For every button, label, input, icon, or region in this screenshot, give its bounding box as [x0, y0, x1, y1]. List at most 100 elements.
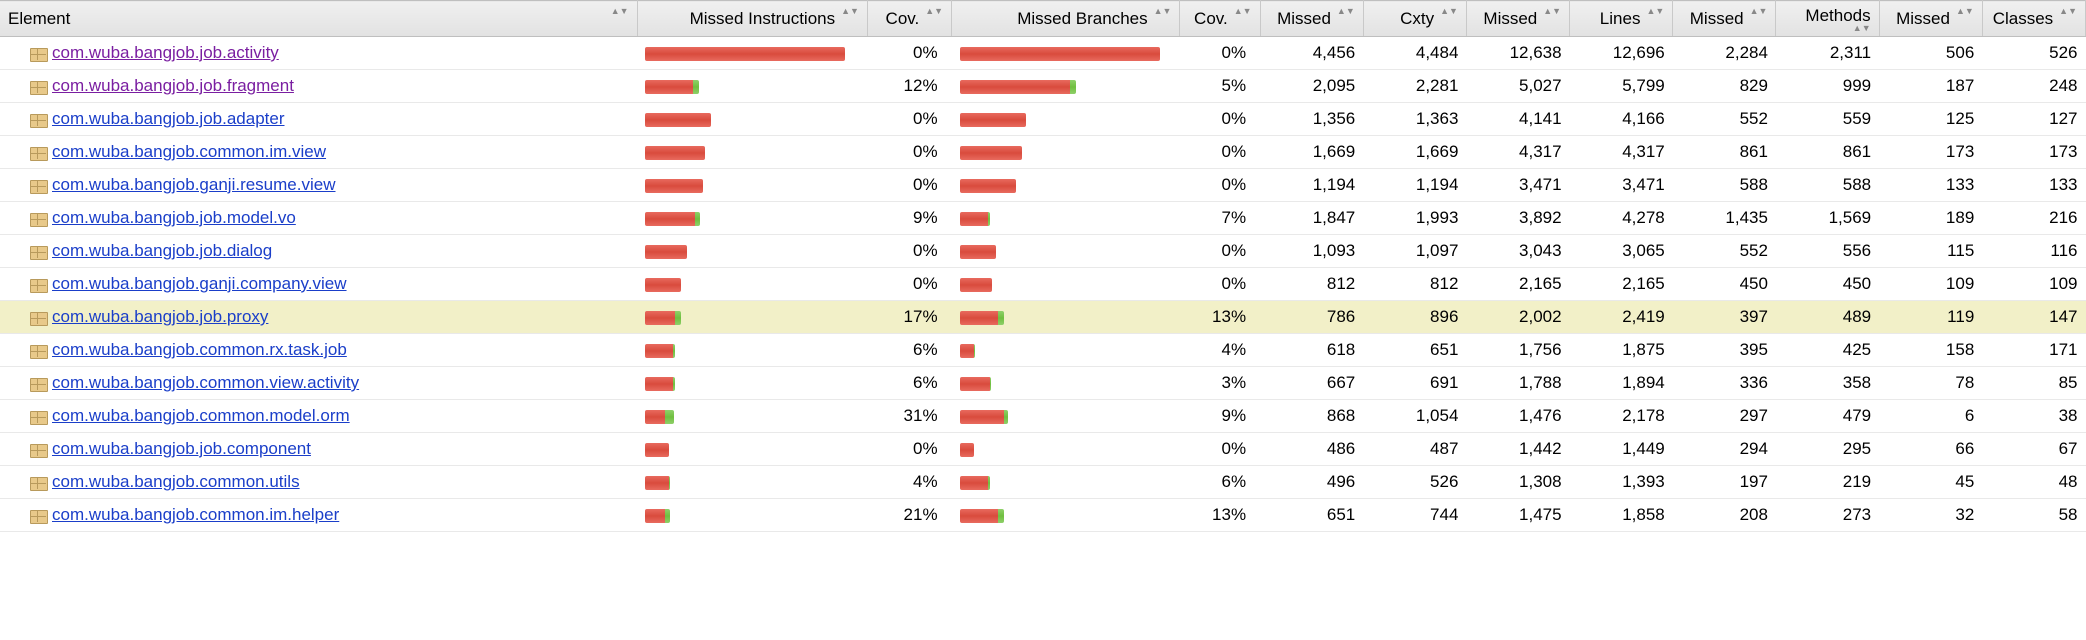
package-link[interactable]: com.wuba.bangjob.ganji.resume.view — [52, 175, 336, 194]
cell-classes: 67 — [1982, 433, 2085, 466]
cell-branch-cov: 6% — [1180, 466, 1260, 499]
coverage-bar-icon — [960, 476, 990, 490]
cell-missed-methods: 336 — [1673, 367, 1776, 400]
cell-cxty: 4,484 — [1363, 37, 1466, 70]
col-missed-classes[interactable]: Missed▲▼ — [1879, 1, 1982, 37]
cell-missed-cxty: 667 — [1260, 367, 1363, 400]
cell-lines: 4,278 — [1570, 202, 1673, 235]
col-classes[interactable]: Classes▲▼ — [1982, 1, 2085, 37]
cell-branch-bar — [952, 169, 1180, 202]
cell-missed-cxty: 1,093 — [1260, 235, 1363, 268]
coverage-bar-icon — [645, 113, 711, 127]
cell-instr-bar — [637, 70, 867, 103]
cell-element: com.wuba.bangjob.common.view.activity — [0, 367, 637, 400]
cell-missed-methods: 552 — [1673, 103, 1776, 136]
cell-branch-bar — [952, 499, 1180, 532]
table-row: com.wuba.bangjob.job.adapter0%0%1,3561,3… — [0, 103, 2086, 136]
cell-lines: 2,419 — [1570, 301, 1673, 334]
cell-missed-methods: 395 — [1673, 334, 1776, 367]
package-icon — [30, 508, 46, 522]
col-missed-branches[interactable]: Missed Branches▲▼ — [952, 1, 1180, 37]
cell-missed-cxty: 4,456 — [1260, 37, 1363, 70]
cell-instr-bar — [637, 136, 867, 169]
cell-missed-lines: 1,476 — [1466, 400, 1569, 433]
package-link[interactable]: com.wuba.bangjob.job.model.vo — [52, 208, 296, 227]
package-link[interactable]: com.wuba.bangjob.job.activity — [52, 43, 279, 62]
coverage-bar-icon — [960, 212, 990, 226]
col-missed-instructions[interactable]: Missed Instructions▲▼ — [637, 1, 867, 37]
cell-missed-methods: 297 — [1673, 400, 1776, 433]
cell-methods: 295 — [1776, 433, 1879, 466]
package-link[interactable]: com.wuba.bangjob.ganji.company.view — [52, 274, 347, 293]
coverage-bar-icon — [960, 311, 1004, 325]
cell-element: com.wuba.bangjob.job.activity — [0, 37, 637, 70]
cell-branch-bar — [952, 433, 1180, 466]
package-link[interactable]: com.wuba.bangjob.job.component — [52, 439, 311, 458]
cell-lines: 4,166 — [1570, 103, 1673, 136]
cell-instr-cov: 6% — [867, 334, 951, 367]
cell-lines: 3,471 — [1570, 169, 1673, 202]
table-row: com.wuba.bangjob.job.activity0%0%4,4564,… — [0, 37, 2086, 70]
coverage-bar-icon — [645, 179, 703, 193]
cell-branch-bar — [952, 235, 1180, 268]
col-missed-lines[interactable]: Missed▲▼ — [1466, 1, 1569, 37]
sort-icon: ▲▼ — [1956, 9, 1974, 14]
cell-instr-bar — [637, 400, 867, 433]
cell-instr-bar — [637, 367, 867, 400]
sort-icon: ▲▼ — [611, 9, 629, 14]
cell-branch-bar — [952, 70, 1180, 103]
package-link[interactable]: com.wuba.bangjob.job.proxy — [52, 307, 268, 326]
col-cov-instructions[interactable]: Cov.▲▼ — [867, 1, 951, 37]
col-methods[interactable]: Methods▲▼ — [1776, 1, 1879, 37]
cell-branch-cov: 4% — [1180, 334, 1260, 367]
cell-missed-classes: 78 — [1879, 367, 1982, 400]
cell-missed-lines: 1,788 — [1466, 367, 1569, 400]
cell-missed-methods: 588 — [1673, 169, 1776, 202]
cell-missed-classes: 6 — [1879, 400, 1982, 433]
coverage-bar-icon — [960, 443, 974, 457]
cell-classes: 173 — [1982, 136, 2085, 169]
cell-branch-bar — [952, 400, 1180, 433]
package-link[interactable]: com.wuba.bangjob.common.im.helper — [52, 505, 339, 524]
cell-missed-cxty: 486 — [1260, 433, 1363, 466]
package-link[interactable]: com.wuba.bangjob.common.model.orm — [52, 406, 350, 425]
sort-icon: ▲▼ — [1543, 9, 1561, 14]
package-icon — [30, 79, 46, 93]
package-link[interactable]: com.wuba.bangjob.common.view.activity — [52, 373, 359, 392]
cell-missed-lines: 3,892 — [1466, 202, 1569, 235]
package-link[interactable]: com.wuba.bangjob.job.fragment — [52, 76, 294, 95]
cell-missed-classes: 506 — [1879, 37, 1982, 70]
cell-branch-bar — [952, 466, 1180, 499]
col-missed-methods[interactable]: Missed▲▼ — [1673, 1, 1776, 37]
col-element[interactable]: Element▲▼ — [0, 1, 637, 37]
cell-missed-lines: 1,308 — [1466, 466, 1569, 499]
cell-missed-cxty: 1,669 — [1260, 136, 1363, 169]
cell-element: com.wuba.bangjob.job.model.vo — [0, 202, 637, 235]
col-missed-cxty[interactable]: Missed▲▼ — [1260, 1, 1363, 37]
col-cov-branches[interactable]: Cov.▲▼ — [1180, 1, 1260, 37]
package-link[interactable]: com.wuba.bangjob.job.adapter — [52, 109, 285, 128]
cell-branch-cov: 13% — [1180, 301, 1260, 334]
package-icon — [30, 409, 46, 423]
cell-methods: 1,569 — [1776, 202, 1879, 235]
sort-icon: ▲▼ — [1750, 9, 1768, 14]
col-lines[interactable]: Lines▲▼ — [1570, 1, 1673, 37]
col-cxty[interactable]: Cxty▲▼ — [1363, 1, 1466, 37]
package-link[interactable]: com.wuba.bangjob.common.im.view — [52, 142, 326, 161]
cell-cxty: 744 — [1363, 499, 1466, 532]
coverage-bar-icon — [645, 311, 681, 325]
cell-missed-lines: 2,165 — [1466, 268, 1569, 301]
cell-methods: 425 — [1776, 334, 1879, 367]
package-icon — [30, 211, 46, 225]
package-link[interactable]: com.wuba.bangjob.common.rx.task.job — [52, 340, 347, 359]
cell-instr-cov: 9% — [867, 202, 951, 235]
package-link[interactable]: com.wuba.bangjob.common.utils — [52, 472, 300, 491]
cell-classes: 248 — [1982, 70, 2085, 103]
cell-cxty: 1,669 — [1363, 136, 1466, 169]
cell-cxty: 2,281 — [1363, 70, 1466, 103]
package-link[interactable]: com.wuba.bangjob.job.dialog — [52, 241, 272, 260]
cell-instr-cov: 12% — [867, 70, 951, 103]
table-row: com.wuba.bangjob.ganji.company.view0%0%8… — [0, 268, 2086, 301]
cell-missed-cxty: 812 — [1260, 268, 1363, 301]
cell-methods: 358 — [1776, 367, 1879, 400]
